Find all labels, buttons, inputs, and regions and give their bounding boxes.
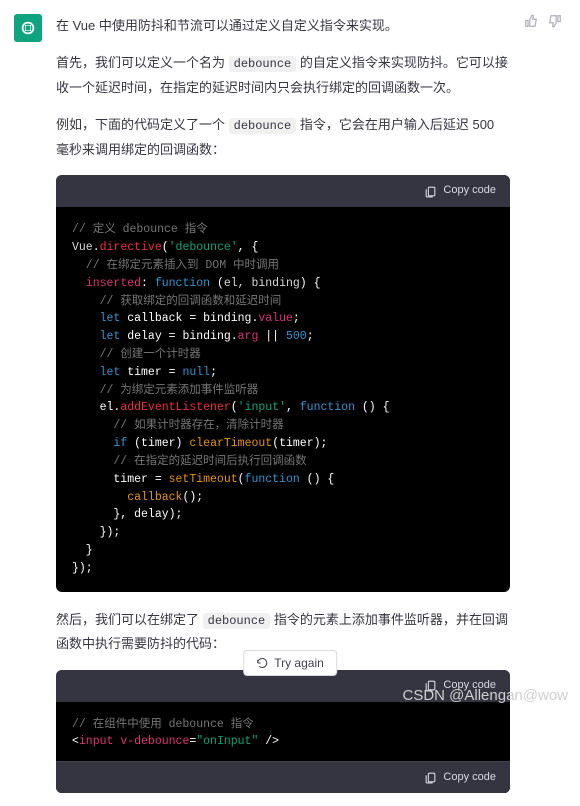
thumbs-down-icon[interactable]	[548, 14, 562, 28]
clipboard-icon	[424, 771, 437, 784]
thumbs-up-icon[interactable]	[524, 14, 538, 28]
copy-code-button[interactable]: Copy code	[56, 761, 510, 793]
clipboard-icon	[424, 185, 437, 198]
try-again-button[interactable]: Try again	[243, 650, 337, 676]
paragraph-1: 首先，我们可以定义一个名为 debounce 的自定义指令来实现防抖。它可以接收…	[56, 51, 510, 99]
openai-icon	[19, 19, 37, 37]
inline-code: debounce	[229, 56, 297, 72]
code-content: // 定义 debounce 指令 Vue.directive('debounc…	[56, 207, 510, 591]
code-content: // 在组件中使用 debounce 指令 <input v-debounce=…	[56, 702, 510, 766]
assistant-avatar	[14, 14, 42, 42]
copy-code-button[interactable]: Copy code	[56, 175, 510, 207]
inline-code: debounce	[203, 613, 271, 629]
paragraph-intro: 在 Vue 中使用防抖和节流可以通过定义自定义指令来实现。	[56, 14, 510, 37]
inline-code: debounce	[229, 118, 297, 134]
paragraph-2: 例如，下面的代码定义了一个 debounce 指令，它会在用户输入后延迟 500…	[56, 113, 510, 161]
paragraph-3: 然后，我们可以在绑定了 debounce 指令的元素上添加事件监听器，并在回调函…	[56, 608, 510, 656]
refresh-icon	[256, 657, 268, 669]
watermark-text: CSDN @Allengan@wow	[402, 687, 568, 704]
code-block-1: Copy code // 定义 debounce 指令 Vue.directiv…	[56, 175, 510, 591]
